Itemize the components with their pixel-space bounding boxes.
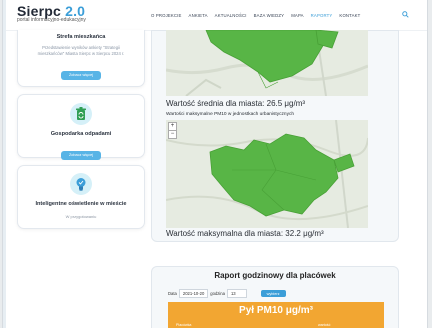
hour-label: godzina <box>210 291 225 296</box>
hour-input[interactable]: 13 <box>226 289 247 298</box>
column-header-value: wartość <box>318 323 331 327</box>
date-input[interactable]: 2021-10-20 <box>178 289 209 298</box>
search-icon[interactable] <box>402 11 409 18</box>
submit-button[interactable]: wybierz <box>260 290 286 297</box>
site-logo[interactable]: Sierpc 2.0 portal informacyjno-edukacyjn… <box>17 3 86 23</box>
card-title: Gospodarka odpadami <box>50 131 112 137</box>
nav-item-raporty[interactable]: RAPORTY <box>311 13 333 18</box>
nav-item-kontakt[interactable]: KONTAKT <box>339 13 360 18</box>
card-inteligentne-oswietlenie: Inteligentne oświetlenie w mieście W prz… <box>17 165 145 229</box>
see-more-button[interactable]: Zobacz więcej <box>60 70 102 80</box>
nav-item-baza-wiedzy[interactable]: BAZA WIEDZY <box>254 13 285 18</box>
sidebar: Strefa mieszkańca Przedstawienie wyników… <box>17 30 145 236</box>
see-more-button[interactable]: Zobacz więcej <box>60 150 102 160</box>
section-subtitle: Wartości maksymalne PM10 w jednostkach u… <box>166 112 295 117</box>
site-header: Sierpc 2.0 portal informacyjno-edukacyjn… <box>3 0 427 31</box>
page: Sierpc 2.0 portal informacyjno-edukacyjn… <box>3 0 427 328</box>
nav-item-mapa[interactable]: MAPA <box>291 13 303 18</box>
card-strefa-mieszkanca: Strefa mieszkańca Przedstawienie wyników… <box>17 30 145 87</box>
card-gospodarka-odpadami: Gospodarka odpadami Zobacz więcej <box>17 94 145 160</box>
pm10-title: Pył PM10 μg/m³ <box>239 305 313 316</box>
nav-item-ankieta[interactable]: ANKIETA <box>189 13 208 18</box>
frame-border <box>3 0 6 328</box>
map-average[interactable] <box>166 30 368 96</box>
map-zoom-control: + − <box>168 122 177 139</box>
nav-item-aktualnosci[interactable]: AKTUALNOŚCI <box>215 13 247 18</box>
card-description: Przedstawienie wyników ankiety "Strategi… <box>37 45 125 56</box>
map-average-canvas <box>166 30 368 96</box>
map-maximum[interactable]: + − <box>166 120 368 228</box>
card-title: Strefa mieszkańca <box>56 34 106 40</box>
coming-soon-label: W przygotowaniu <box>65 214 97 219</box>
zoom-out-button[interactable]: − <box>169 131 176 138</box>
logo-subtitle: portal informacyjno-edukacyjny <box>17 17 86 23</box>
nav-item-o-projekcie[interactable]: O PROJEKCIE <box>151 13 182 18</box>
hourly-report-panel: Raport godzinowy dla placówek Data 2021-… <box>151 266 399 328</box>
card-title: Inteligentne oświetlenie w mieście <box>35 201 127 207</box>
column-header-facility: Placówka <box>176 323 192 327</box>
date-label: Data <box>168 291 177 296</box>
recycle-bin-icon <box>70 103 92 125</box>
report-title: Raport godzinowy dla placówek <box>214 271 336 280</box>
map-maximum-value: Wartość maksymalna dla miasta: 32.2 μg/m… <box>166 229 324 238</box>
pm10-table-header: Pył PM10 μg/m³ Placówka wartość <box>168 302 384 328</box>
main-nav: O PROJEKCIE ANKIETA AKTUALNOŚCI BAZA WIE… <box>151 13 360 18</box>
map-maximum-canvas <box>166 120 368 228</box>
report-filter-row: Data 2021-10-20 godzina 13 wybierz <box>168 289 286 298</box>
smart-bulb-icon <box>70 173 92 195</box>
zoom-in-button[interactable]: + <box>169 123 176 131</box>
map-average-value: Wartość średnia dla miasta: 26.5 μg/m³ <box>166 99 306 108</box>
